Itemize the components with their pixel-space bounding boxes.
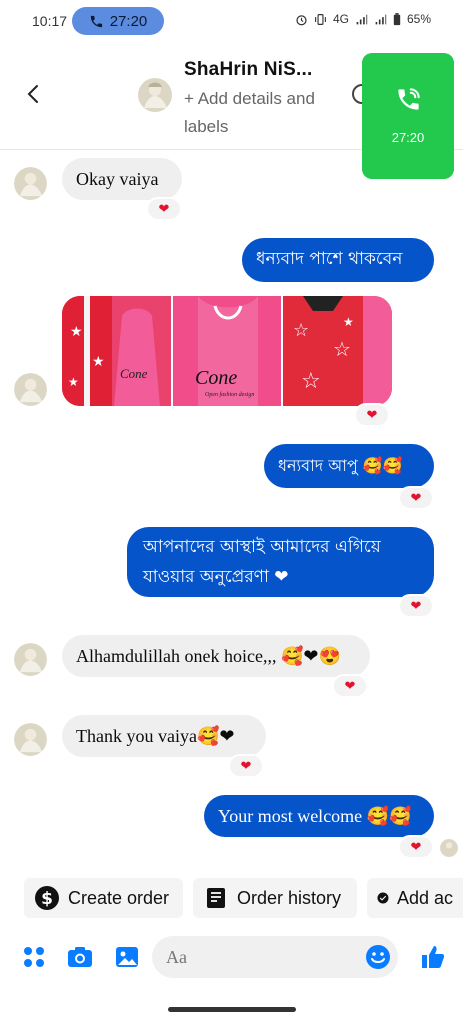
status-time: 10:17	[32, 13, 68, 29]
phone-call-icon	[398, 88, 420, 110]
svg-text:★: ★	[68, 375, 79, 389]
reaction-badge[interactable]: ❤	[354, 403, 390, 427]
heart-reaction: ❤	[366, 407, 378, 422]
heart-reaction: ❤	[344, 678, 356, 693]
create-order-label: Create order	[68, 887, 170, 908]
message-bubble-incoming[interactable]: Thank you vaiya🥰❤	[62, 715, 266, 757]
message-bubble-incoming[interactable]: Okay vaiya	[62, 158, 182, 200]
message-bubble-outgoing[interactable]: Your most welcome 🥰🥰	[204, 795, 434, 837]
svg-text:Cone: Cone	[120, 366, 148, 381]
gesture-nav-handle[interactable]	[168, 1007, 296, 1012]
svg-text:Cone: Cone	[195, 367, 237, 389]
status-bar: 10:17 27:20 4G 65%	[0, 0, 463, 42]
ongoing-call-pill[interactable]: 27:20	[72, 7, 164, 35]
network-type: 4G	[332, 12, 349, 26]
vibrate-icon	[315, 13, 326, 25]
product-image-3[interactable]: ☆ ☆ ☆ ★	[283, 296, 392, 406]
emoji-icon[interactable]	[364, 943, 392, 971]
message-composer	[0, 932, 463, 982]
heart-reaction: ❤	[410, 490, 422, 505]
add-details-link[interactable]: + Add details and labels	[184, 85, 344, 141]
reaction-badge[interactable]: ❤	[146, 197, 182, 221]
message-bubble-incoming[interactable]: Alhamdulillah onek hoice,,, 🥰❤😍	[62, 635, 370, 677]
message-bubble-outgoing[interactable]: আপনাদের আস্থাই আমাদের এগিয়ে যাওয়ার অনু…	[127, 527, 434, 597]
reaction-badge[interactable]: ❤	[398, 486, 434, 510]
receipt-icon	[207, 888, 225, 908]
reaction-badge[interactable]: ❤	[398, 835, 434, 859]
floating-call-window[interactable]: 27:20	[362, 53, 454, 179]
signal-icon	[356, 14, 368, 24]
checkmark-circle-icon	[377, 892, 389, 904]
call-timer: 27:20	[109, 12, 148, 30]
back-arrow-icon[interactable]	[22, 82, 46, 106]
order-history-button[interactable]: Order history	[193, 878, 357, 918]
status-indicators: 4G 65%	[295, 12, 431, 26]
product-image-2[interactable]: Cone Open fashion design	[172, 296, 282, 406]
sender-avatar[interactable]	[14, 373, 47, 406]
contact-name[interactable]: ShaHrin NiS...	[184, 59, 312, 81]
svg-text:★: ★	[70, 323, 83, 339]
menu-dots-icon[interactable]	[20, 943, 48, 971]
create-order-button[interactable]: $ Create order	[24, 878, 183, 918]
reaction-badge[interactable]: ❤	[228, 754, 264, 778]
svg-text:☆: ☆	[333, 339, 351, 361]
heart-reaction: ❤	[410, 839, 422, 854]
alarm-icon	[296, 14, 307, 25]
battery-icon	[393, 12, 401, 25]
image-attachment-group[interactable]: ★ ★ ★ Cone Cone Open fashion design ☆ ☆ ☆ ★	[62, 296, 392, 406]
add-action-label: Add ac	[396, 887, 453, 908]
seen-avatar	[440, 839, 458, 857]
svg-text:☆: ☆	[301, 368, 321, 393]
heart-reaction: ❤	[240, 758, 252, 773]
add-action-button[interactable]: Add ac	[367, 878, 463, 918]
svg-text:☆: ☆	[293, 320, 309, 340]
battery-level: 65%	[406, 12, 431, 26]
message-bubble-outgoing[interactable]: ধন্যবাদ আপু 🥰🥰	[264, 444, 434, 488]
reaction-badge[interactable]: ❤	[332, 674, 368, 698]
sender-avatar[interactable]	[14, 723, 47, 756]
heart-reaction: ❤	[410, 598, 422, 613]
svg-text:$: $	[41, 889, 53, 909]
thumbs-up-icon[interactable]	[418, 943, 446, 971]
reaction-badge[interactable]: ❤	[398, 594, 434, 618]
floating-call-timer: 27:20	[391, 130, 425, 145]
order-history-label: Order history	[237, 887, 342, 908]
message-bubble-outgoing[interactable]: ধন্যবাদ পাশে থাকবেন	[242, 238, 434, 282]
svg-text:★: ★	[92, 353, 105, 369]
phone-icon	[90, 15, 102, 27]
sender-avatar[interactable]	[14, 643, 47, 676]
svg-text:★: ★	[343, 315, 354, 329]
heart-reaction: ❤	[158, 201, 170, 216]
gallery-icon[interactable]	[113, 943, 141, 971]
signal-icon-2	[375, 14, 387, 24]
message-input[interactable]	[152, 936, 398, 978]
contact-avatar[interactable]	[138, 78, 172, 112]
sender-avatar[interactable]	[14, 167, 47, 200]
dollar-icon: $	[35, 886, 59, 910]
product-image-1[interactable]: ★ ★ ★ Cone	[62, 296, 171, 406]
camera-icon[interactable]	[66, 943, 94, 971]
svg-text:Open fashion design: Open fashion design	[205, 391, 254, 398]
